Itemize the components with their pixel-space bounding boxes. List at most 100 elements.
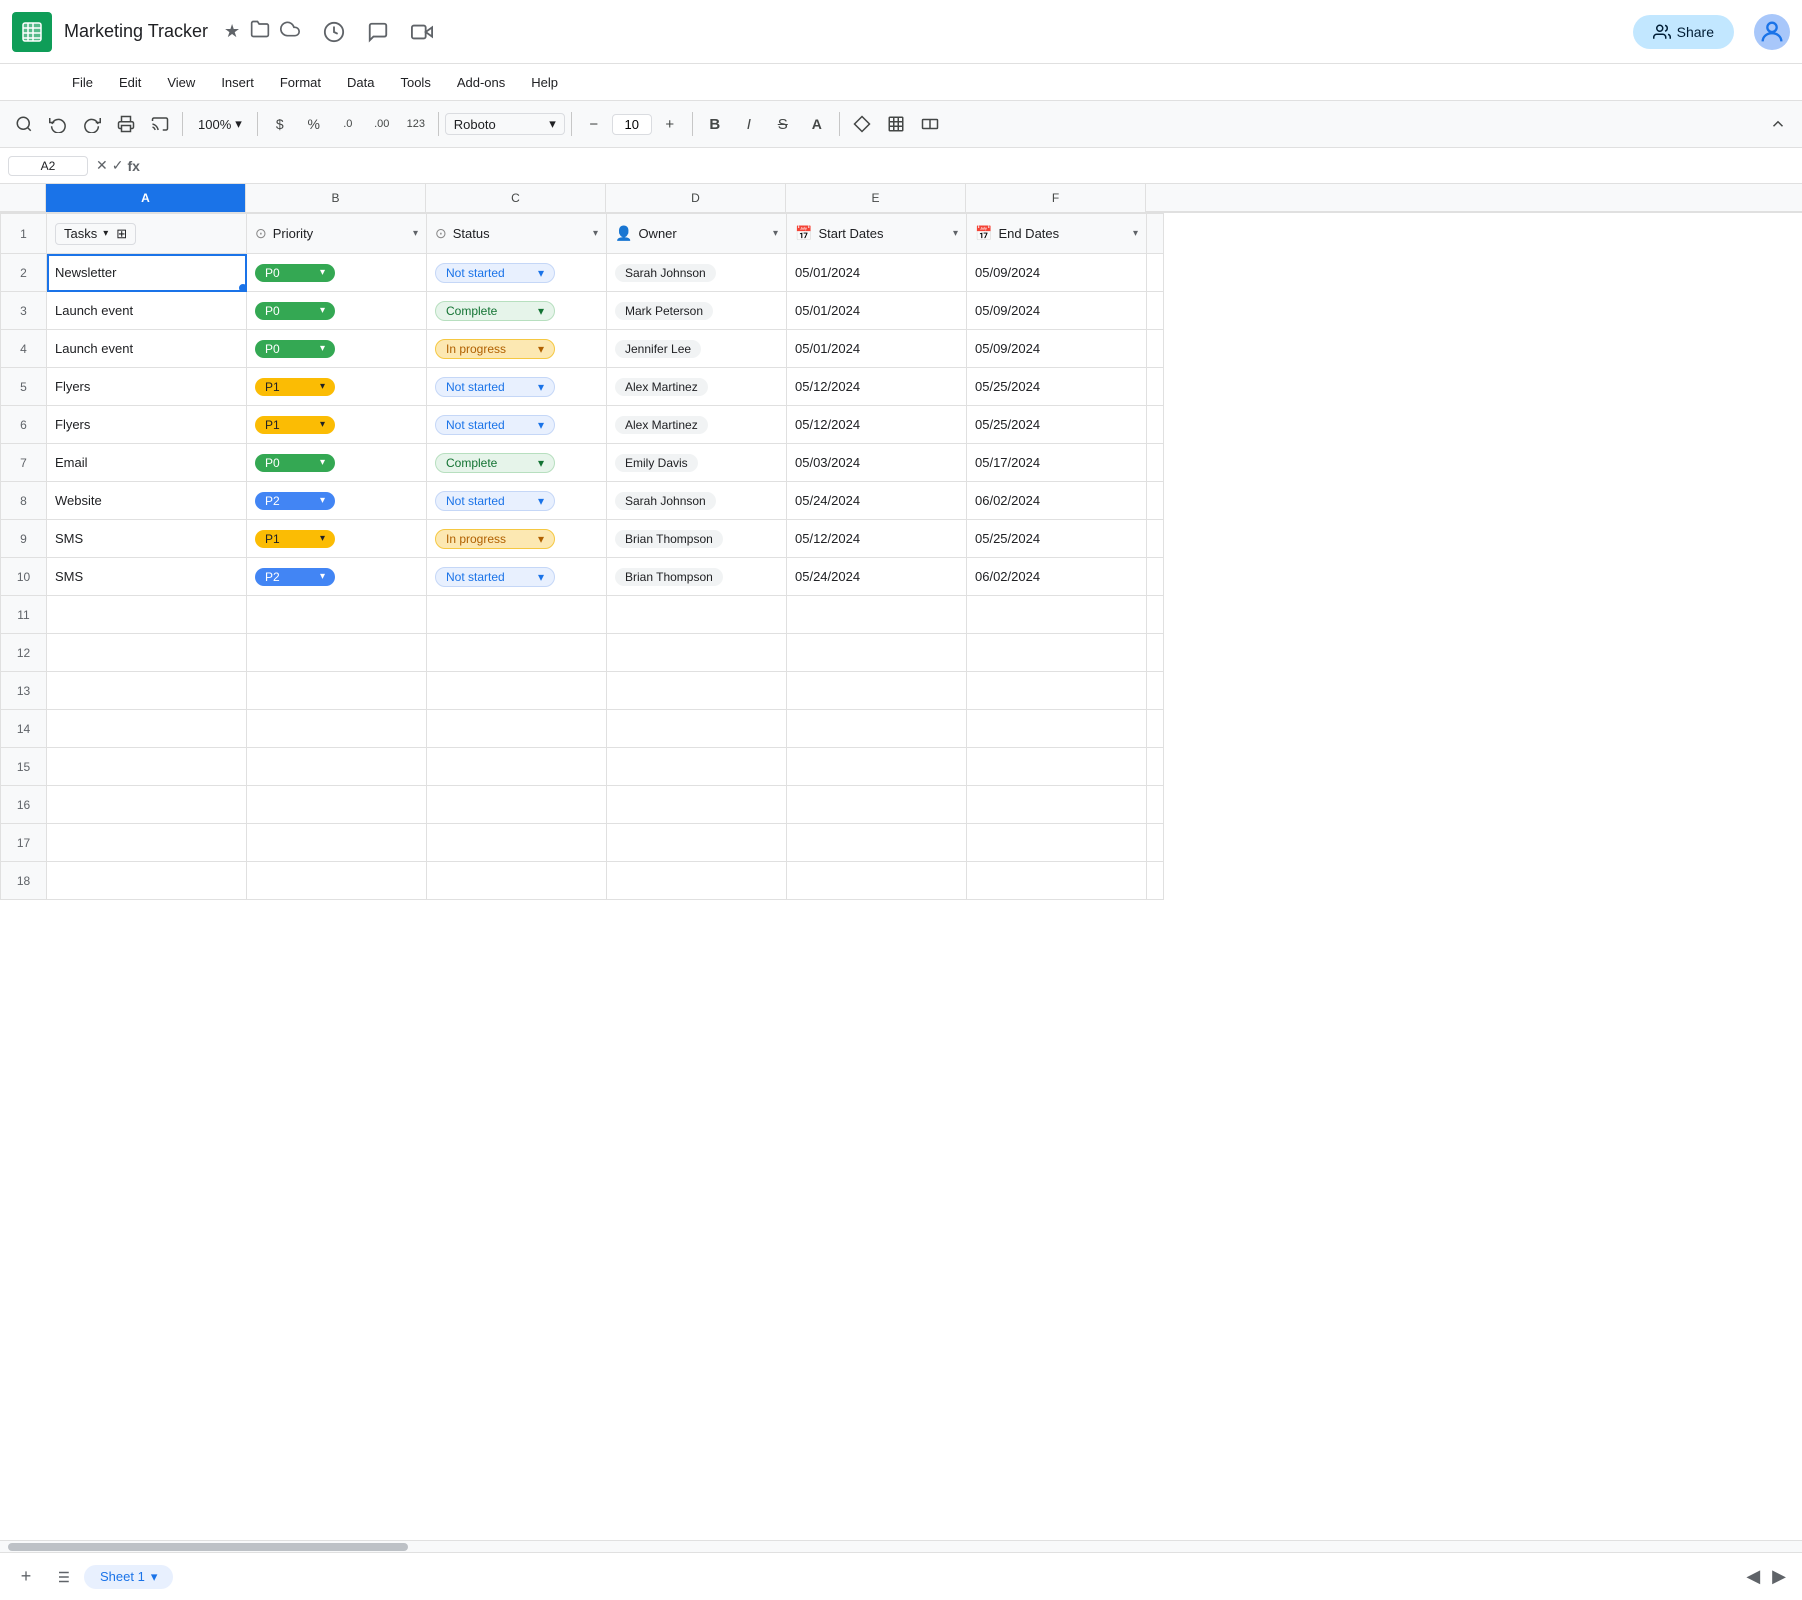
priority-chip-10[interactable]: P2 ▾ bbox=[255, 568, 335, 586]
cell-e17[interactable] bbox=[787, 824, 967, 862]
cell-f18[interactable] bbox=[967, 862, 1147, 900]
cell-f5[interactable]: 05/25/2024 bbox=[967, 368, 1147, 406]
cell-f14[interactable] bbox=[967, 710, 1147, 748]
cell-c3[interactable]: Complete ▾ bbox=[427, 292, 607, 330]
status-chip-9[interactable]: In progress ▾ bbox=[435, 529, 555, 549]
sheet-tab-dropdown[interactable]: ▾ bbox=[151, 1569, 158, 1585]
cell-b18[interactable] bbox=[247, 862, 427, 900]
tasks-chip[interactable]: Tasks ▾ ⊞ bbox=[55, 223, 136, 245]
cell-b2[interactable]: P0 ▾ bbox=[247, 254, 427, 292]
status-chip-2[interactable]: Not started ▾ bbox=[435, 263, 555, 283]
priority-chip-9[interactable]: P1 ▾ bbox=[255, 530, 335, 548]
status-chip-5[interactable]: Not started ▾ bbox=[435, 377, 555, 397]
cell-a10[interactable]: SMS bbox=[47, 558, 247, 596]
cell-a5[interactable]: Flyers bbox=[47, 368, 247, 406]
cell-a16[interactable] bbox=[47, 786, 247, 824]
comment-icon[interactable] bbox=[360, 14, 396, 50]
scroll-thumb[interactable] bbox=[8, 1543, 408, 1551]
row-num-7[interactable]: 7 bbox=[1, 444, 47, 482]
cell-d18[interactable] bbox=[607, 862, 787, 900]
cell-b17[interactable] bbox=[247, 824, 427, 862]
cell-a8[interactable]: Website bbox=[47, 482, 247, 520]
cell-c10[interactable]: Not started ▾ bbox=[427, 558, 607, 596]
cell-e8[interactable]: 05/24/2024 bbox=[787, 482, 967, 520]
cell-c4[interactable]: In progress ▾ bbox=[427, 330, 607, 368]
menu-file[interactable]: File bbox=[60, 71, 105, 94]
cell-f8[interactable]: 06/02/2024 bbox=[967, 482, 1147, 520]
cell-d7[interactable]: Emily Davis bbox=[607, 444, 787, 482]
cell-b13[interactable] bbox=[247, 672, 427, 710]
paint-format-button[interactable] bbox=[144, 108, 176, 140]
cell-e5[interactable]: 05/12/2024 bbox=[787, 368, 967, 406]
video-icon[interactable] bbox=[404, 14, 440, 50]
search-button[interactable] bbox=[8, 108, 40, 140]
cell-c16[interactable] bbox=[427, 786, 607, 824]
nav-right-arrow[interactable]: ▶ bbox=[1768, 1562, 1790, 1591]
sheet-list-button[interactable] bbox=[48, 1563, 76, 1591]
cell-f13[interactable] bbox=[967, 672, 1147, 710]
cell-d16[interactable] bbox=[607, 786, 787, 824]
menu-edit[interactable]: Edit bbox=[107, 71, 153, 94]
status-chip-8[interactable]: Not started ▾ bbox=[435, 491, 555, 511]
cell-d14[interactable] bbox=[607, 710, 787, 748]
status-chip-7[interactable]: Complete ▾ bbox=[435, 453, 555, 473]
owner-header-cell[interactable]: 👤 Owner ▾ bbox=[607, 214, 787, 254]
status-chip-3[interactable]: Complete ▾ bbox=[435, 301, 555, 321]
cell-e7[interactable]: 05/03/2024 bbox=[787, 444, 967, 482]
start-dropdown[interactable]: ▾ bbox=[953, 228, 958, 239]
col-header-a[interactable]: A bbox=[46, 184, 246, 212]
priority-chip-2[interactable]: P0 ▾ bbox=[255, 264, 335, 282]
cell-e16[interactable] bbox=[787, 786, 967, 824]
owner-dropdown[interactable]: ▾ bbox=[773, 228, 778, 239]
tasks-chip-cell[interactable]: Tasks ▾ ⊞ bbox=[47, 214, 247, 254]
cell-f4[interactable]: 05/09/2024 bbox=[967, 330, 1147, 368]
row-num-11[interactable]: 11 bbox=[1, 596, 47, 634]
cell-c13[interactable] bbox=[427, 672, 607, 710]
print-button[interactable] bbox=[110, 108, 142, 140]
row-num-5[interactable]: 5 bbox=[1, 368, 47, 406]
menu-data[interactable]: Data bbox=[335, 71, 386, 94]
row-num-4[interactable]: 4 bbox=[1, 330, 47, 368]
cell-b8[interactable]: P2 ▾ bbox=[247, 482, 427, 520]
sheet-1-tab[interactable]: Sheet 1 ▾ bbox=[84, 1565, 173, 1589]
cell-c2[interactable]: Not started ▾ bbox=[427, 254, 607, 292]
priority-chip-3[interactable]: P0 ▾ bbox=[255, 302, 335, 320]
decimal-decrease-button[interactable]: .0 bbox=[332, 108, 364, 140]
col-header-b[interactable]: B bbox=[246, 184, 426, 212]
row-num-9[interactable]: 9 bbox=[1, 520, 47, 558]
cell-d2[interactable]: Sarah Johnson bbox=[607, 254, 787, 292]
end-dropdown[interactable]: ▾ bbox=[1133, 228, 1138, 239]
add-sheet-button[interactable]: + bbox=[12, 1563, 40, 1591]
end-header-cell[interactable]: 📅 End Dates ▾ bbox=[967, 214, 1147, 254]
cell-c8[interactable]: Not started ▾ bbox=[427, 482, 607, 520]
row-num-10[interactable]: 10 bbox=[1, 558, 47, 596]
table-scroll[interactable]: 1 Tasks ▾ ⊞ ⊙ Priority ▾ bbox=[0, 213, 1802, 1540]
row-num-2[interactable]: 2 bbox=[1, 254, 47, 292]
strikethrough-button[interactable]: S bbox=[767, 108, 799, 140]
priority-chip-4[interactable]: P0 ▾ bbox=[255, 340, 335, 358]
cell-c9[interactable]: In progress ▾ bbox=[427, 520, 607, 558]
italic-button[interactable]: I bbox=[733, 108, 765, 140]
cell-a3[interactable]: Launch event bbox=[47, 292, 247, 330]
priority-chip-6[interactable]: P1 ▾ bbox=[255, 416, 335, 434]
cell-b10[interactable]: P2 ▾ bbox=[247, 558, 427, 596]
status-chip-6[interactable]: Not started ▾ bbox=[435, 415, 555, 435]
row-num-16[interactable]: 16 bbox=[1, 786, 47, 824]
status-header-cell[interactable]: ⊙ Status ▾ bbox=[427, 214, 607, 254]
cell-f10[interactable]: 06/02/2024 bbox=[967, 558, 1147, 596]
row-num-13[interactable]: 13 bbox=[1, 672, 47, 710]
priority-dropdown[interactable]: ▾ bbox=[413, 228, 418, 239]
cell-reference[interactable]: A2 bbox=[8, 156, 88, 176]
cell-b9[interactable]: P1 ▾ bbox=[247, 520, 427, 558]
cell-a2[interactable]: Newsletter bbox=[47, 254, 247, 292]
cell-b5[interactable]: P1 ▾ bbox=[247, 368, 427, 406]
col-header-d[interactable]: D bbox=[606, 184, 786, 212]
cell-c12[interactable] bbox=[427, 634, 607, 672]
cell-e15[interactable] bbox=[787, 748, 967, 786]
cell-d3[interactable]: Mark Peterson bbox=[607, 292, 787, 330]
horizontal-scrollbar[interactable] bbox=[0, 1540, 1802, 1552]
cell-a6[interactable]: Flyers bbox=[47, 406, 247, 444]
font-family-selector[interactable]: Roboto ▾ bbox=[445, 113, 565, 135]
cell-c17[interactable] bbox=[427, 824, 607, 862]
zoom-selector[interactable]: 100% ▾ bbox=[189, 113, 251, 135]
